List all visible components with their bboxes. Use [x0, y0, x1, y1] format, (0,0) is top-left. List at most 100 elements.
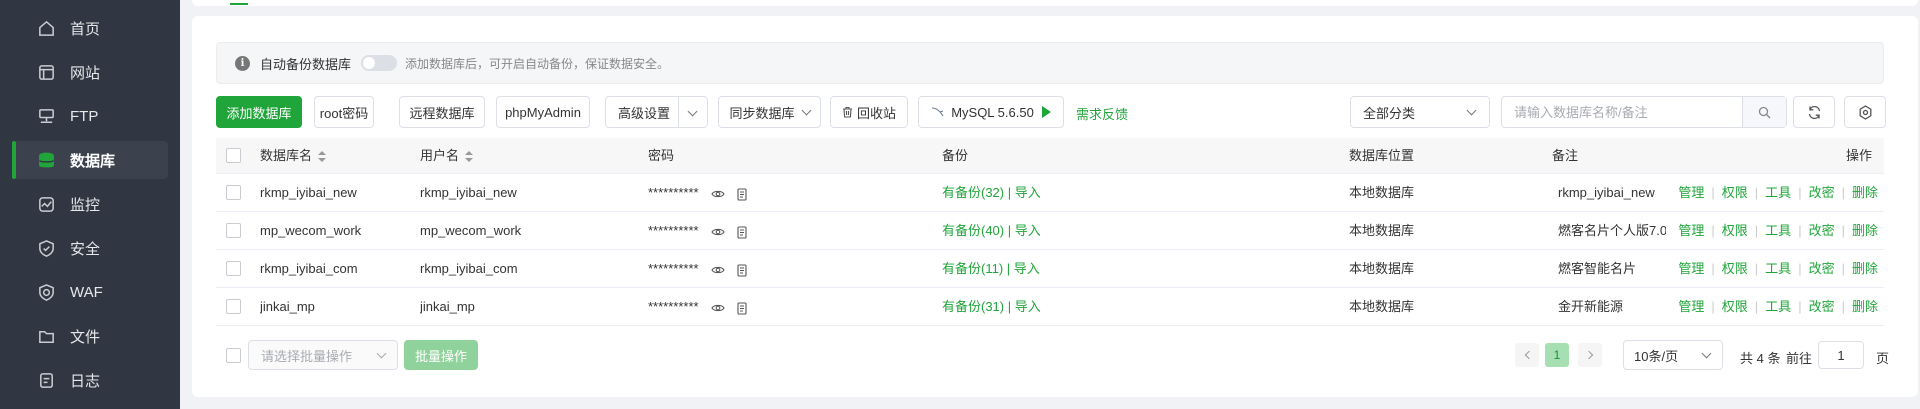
eye-icon[interactable]	[711, 187, 725, 201]
footer-select-all-checkbox[interactable]	[226, 348, 241, 363]
table-row: jinkai_mp jinkai_mp ********** 有备份(31) |…	[216, 288, 1884, 326]
goto-label: 前往	[1786, 351, 1813, 366]
page-number-current[interactable]: 1	[1545, 343, 1569, 367]
search-input[interactable]	[1502, 97, 1742, 127]
manage-link[interactable]: 管理	[1678, 185, 1704, 200]
permission-link[interactable]: 权限	[1722, 185, 1748, 200]
recycle-bin-button[interactable]: 回收站	[830, 96, 908, 128]
advanced-settings-dropdown[interactable]: 高级设置	[605, 96, 708, 128]
active-tab-indicator	[230, 3, 248, 5]
chevron-down-icon	[1701, 348, 1712, 359]
change-password-link[interactable]: 改密	[1809, 261, 1835, 276]
column-header-user[interactable]: 用户名	[420, 138, 474, 174]
db-name: rkmp_iyibai_com	[260, 261, 358, 276]
top-tab-card	[192, 0, 1918, 6]
db-backup-link[interactable]: 有备份(11) | 导入	[942, 250, 1040, 288]
row-actions: 管理 | 权限 | 工具 | 改密 | 删除	[1678, 261, 1878, 276]
row-checkbox[interactable]	[226, 223, 241, 238]
manage-link[interactable]: 管理	[1678, 261, 1704, 276]
phpmyadmin-button[interactable]: phpMyAdmin	[496, 96, 590, 128]
goto-page-input[interactable]	[1818, 341, 1864, 369]
tools-link[interactable]: 工具	[1765, 299, 1791, 314]
delete-link[interactable]: 删除	[1852, 299, 1878, 314]
mysql-version-button[interactable]: MySQL 5.6.50	[918, 96, 1064, 128]
copy-icon[interactable]	[735, 225, 749, 239]
tools-link[interactable]: 工具	[1765, 185, 1791, 200]
permission-link[interactable]: 权限	[1722, 261, 1748, 276]
delete-link[interactable]: 删除	[1852, 223, 1878, 238]
db-backup-link[interactable]: 有备份(32) | 导入	[942, 174, 1041, 212]
db-remark[interactable]: 燃客名片个人版7.0	[1558, 212, 1666, 250]
add-database-button[interactable]: 添加数据库	[216, 96, 302, 128]
eye-icon[interactable]	[711, 301, 725, 315]
auto-backup-toggle[interactable]	[361, 55, 398, 71]
delete-link[interactable]: 删除	[1852, 261, 1878, 276]
change-password-link[interactable]: 改密	[1809, 185, 1835, 200]
page-size-select[interactable]: 10条/页	[1623, 340, 1723, 370]
mysql-version-label: MySQL 5.6.50	[951, 104, 1034, 120]
column-header-name[interactable]: 数据库名	[260, 138, 327, 174]
sidebar: 首页 网站 FTP 数据库 监控 安全 WAF 文件 日志	[0, 0, 180, 409]
row-checkbox[interactable]	[226, 185, 241, 200]
batch-operation-select[interactable]: 请选择批量操作	[248, 340, 398, 370]
db-remark[interactable]: rkmp_iyibai_new	[1558, 174, 1666, 212]
category-select[interactable]: 全部分类	[1350, 96, 1490, 128]
sidebar-item-website[interactable]: 网站	[14, 53, 168, 91]
sidebar-item-home[interactable]: 首页	[14, 9, 168, 47]
delete-link[interactable]: 删除	[1852, 185, 1878, 200]
sidebar-item-ftp[interactable]: FTP	[14, 97, 168, 135]
search-button[interactable]	[1742, 97, 1786, 127]
column-header-label: 数据库名	[260, 148, 313, 163]
row-actions: 管理 | 权限 | 工具 | 改密 | 删除	[1678, 223, 1878, 238]
copy-icon[interactable]	[735, 301, 749, 315]
copy-icon[interactable]	[735, 263, 749, 277]
permission-link[interactable]: 权限	[1722, 299, 1748, 314]
feedback-link[interactable]: 需求反馈	[1076, 104, 1128, 123]
column-header-password: 密码	[648, 148, 675, 163]
sidebar-item-label: FTP	[70, 107, 99, 125]
change-password-link[interactable]: 改密	[1809, 299, 1835, 314]
sidebar-item-logs[interactable]: 日志	[14, 361, 168, 399]
remote-database-button[interactable]: 远程数据库	[399, 96, 485, 128]
tools-link[interactable]: 工具	[1765, 223, 1791, 238]
db-password: **********	[648, 261, 699, 276]
change-password-link[interactable]: 改密	[1809, 223, 1835, 238]
sidebar-item-label: 文件	[70, 328, 101, 346]
sidebar-item-waf[interactable]: WAF	[14, 273, 168, 311]
eye-icon[interactable]	[711, 225, 725, 239]
settings-button[interactable]	[1844, 96, 1886, 128]
sort-icon	[318, 150, 327, 163]
sidebar-item-label: 日志	[70, 372, 101, 390]
prev-page-button[interactable]	[1515, 343, 1539, 367]
chevron-down-icon[interactable]	[687, 106, 698, 117]
db-backup-link[interactable]: 有备份(40) | 导入	[942, 212, 1041, 250]
sidebar-item-security[interactable]: 安全	[14, 229, 168, 267]
column-header-backup: 备份	[942, 148, 969, 163]
root-password-button[interactable]: root密码	[314, 96, 374, 128]
tools-link[interactable]: 工具	[1765, 261, 1791, 276]
sidebar-item-label: 安全	[70, 240, 101, 258]
sync-database-dropdown[interactable]: 同步数据库	[718, 96, 821, 128]
sidebar-item-monitor[interactable]: 监控	[14, 185, 168, 223]
db-location: 本地数据库	[1349, 223, 1415, 238]
sidebar-item-files[interactable]: 文件	[14, 317, 168, 355]
batch-operation-button[interactable]: 批量操作	[404, 340, 478, 370]
table-row: rkmp_iyibai_new rkmp_iyibai_new ********…	[216, 174, 1884, 212]
permission-link[interactable]: 权限	[1722, 223, 1748, 238]
select-all-checkbox[interactable]	[226, 148, 241, 163]
row-checkbox[interactable]	[226, 299, 241, 314]
db-backup-link[interactable]: 有备份(31) | 导入	[942, 288, 1041, 326]
copy-icon[interactable]	[735, 187, 749, 201]
next-page-button[interactable]	[1578, 343, 1602, 367]
db-remark[interactable]: 金开新能源	[1558, 288, 1666, 326]
manage-link[interactable]: 管理	[1678, 223, 1704, 238]
refresh-icon	[1808, 105, 1820, 119]
manage-link[interactable]: 管理	[1678, 299, 1704, 314]
refresh-button[interactable]	[1793, 96, 1835, 128]
row-checkbox[interactable]	[226, 261, 241, 276]
eye-icon[interactable]	[711, 263, 725, 277]
db-remark[interactable]: 燃客智能名片	[1558, 250, 1666, 288]
sidebar-item-label: WAF	[70, 283, 103, 301]
sidebar-item-database[interactable]: 数据库	[12, 141, 168, 179]
chevron-down-icon	[376, 348, 387, 359]
